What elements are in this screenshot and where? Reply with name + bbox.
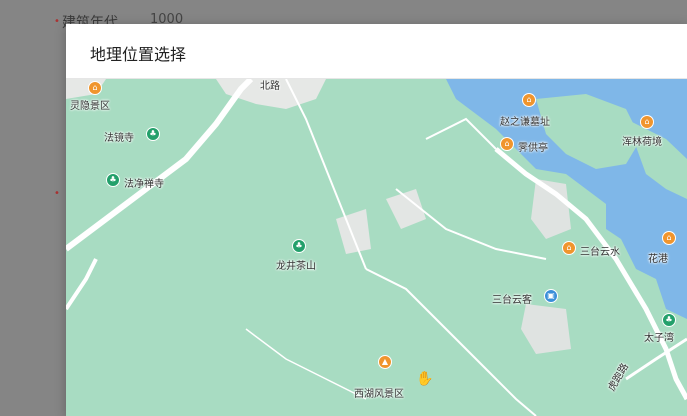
monument-icon[interactable]: ⌂ — [562, 241, 576, 255]
urban-area — [521, 304, 571, 354]
road — [66, 258, 98, 311]
park-icon[interactable]: ♣ — [662, 313, 676, 327]
road — [425, 117, 497, 150]
hand-cursor-icon: ✋ — [416, 371, 434, 387]
urban-area — [336, 209, 371, 254]
dialog-title: 地理位置选择 — [90, 45, 187, 64]
poi-label[interactable]: 三台云水 — [580, 243, 620, 258]
temple-icon[interactable]: ♣ — [146, 127, 160, 141]
poi-label[interactable]: 法镜寺 — [104, 129, 134, 144]
poi-label[interactable]: 三台云客 — [492, 291, 532, 306]
poi-label[interactable]: 浑林荷境 — [622, 133, 662, 148]
location-picker-dialog: 地理位置选择 ⌂ 灵隐景区 ♣ 法镜寺 ♣ 法净禅寺 ⌂ 赵之谦墓址 ⌂ 霁供亭… — [66, 24, 687, 416]
poi-label[interactable]: 龙井茶山 — [276, 257, 316, 272]
road — [625, 337, 687, 381]
required-marker: • — [54, 188, 60, 199]
hotel-icon[interactable]: ▣ — [544, 289, 558, 303]
poi-label[interactable]: 霁供亭 — [518, 139, 548, 154]
monument-icon[interactable]: ⌂ — [500, 137, 514, 151]
map-canvas[interactable]: ⌂ 灵隐景区 ♣ 法镜寺 ♣ 法净禅寺 ⌂ 赵之谦墓址 ⌂ 霁供亭 ⌂ 浑林荷境… — [66, 79, 687, 416]
poi-label[interactable]: 西湖风景区 — [354, 385, 404, 400]
road-label: 北路 — [260, 81, 280, 92]
dialog-header: 地理位置选择 — [66, 24, 687, 79]
poi-label[interactable]: 法净禅寺 — [124, 175, 164, 190]
poi-label[interactable]: 花港 — [648, 250, 668, 265]
poi-label[interactable]: 赵之谦墓址 — [500, 113, 550, 128]
monument-icon[interactable]: ⌂ — [522, 93, 536, 107]
scenic-area-icon[interactable]: ⌂ — [88, 81, 102, 95]
road — [245, 328, 367, 400]
temple-icon[interactable]: ♣ — [106, 173, 120, 187]
required-marker: • — [54, 16, 60, 27]
park-icon[interactable]: ♣ — [292, 239, 306, 253]
poi-label[interactable]: 太子湾 — [644, 329, 674, 344]
monument-icon[interactable]: ⌂ — [640, 115, 654, 129]
scenic-area-icon[interactable]: ▲ — [378, 355, 392, 369]
monument-icon[interactable]: ⌂ — [662, 231, 676, 245]
poi-label[interactable]: 灵隐景区 — [70, 97, 110, 112]
